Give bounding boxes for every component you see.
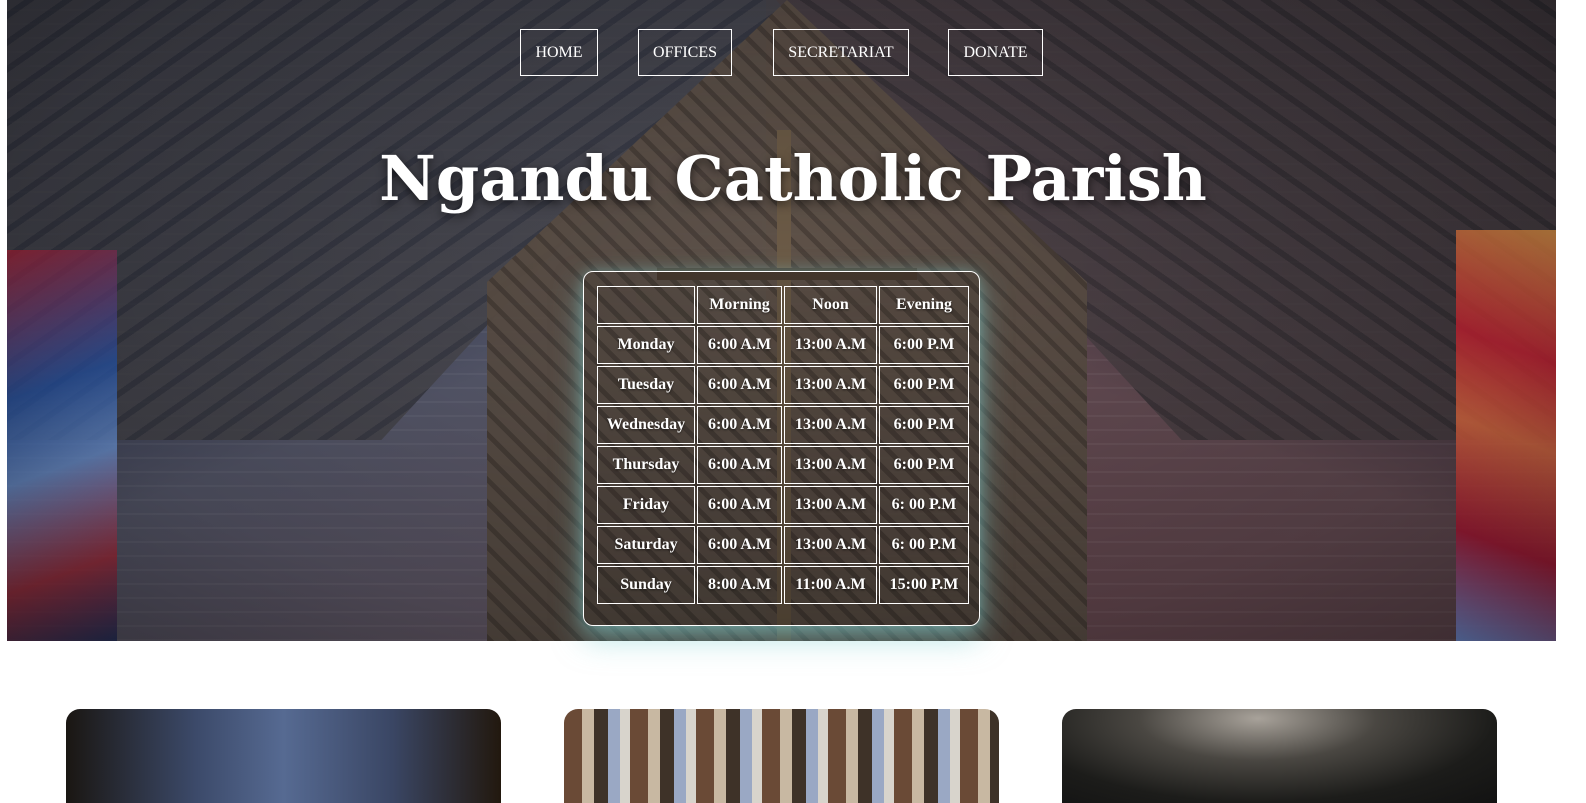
feature-card-image[interactable] (1062, 709, 1497, 803)
schedule-row: Monday 6:00 A.M 13:00 A.M 6:00 P.M (597, 326, 969, 364)
schedule-evening-cell: 6: 00 P.M (879, 486, 969, 524)
nav-offices-button[interactable]: OFFICES (638, 29, 732, 76)
schedule-day-cell: Sunday (597, 566, 695, 604)
schedule-evening-cell: 6:00 P.M (879, 366, 969, 404)
schedule-morning-cell: 6:00 A.M (697, 366, 782, 404)
schedule-day-cell: Friday (597, 486, 695, 524)
schedule-evening-cell: 15:00 P.M (879, 566, 969, 604)
nav-secretariat-button[interactable]: SECRETARIAT (773, 29, 909, 76)
schedule-day-cell: Wednesday (597, 406, 695, 444)
schedule-morning-cell: 6:00 A.M (697, 326, 782, 364)
schedule-noon-cell: 11:00 A.M (784, 566, 877, 604)
schedule-evening-cell: 6:00 P.M (879, 406, 969, 444)
schedule-noon-cell: 13:00 A.M (784, 486, 877, 524)
schedule-noon-cell: 13:00 A.M (784, 326, 877, 364)
schedule-row: Friday 6:00 A.M 13:00 A.M 6: 00 P.M (597, 486, 969, 524)
nav-home-button[interactable]: HOME (520, 29, 598, 76)
schedule-morning-cell: 6:00 A.M (697, 486, 782, 524)
schedule-row: Sunday 8:00 A.M 11:00 A.M 15:00 P.M (597, 566, 969, 604)
schedule-day-cell: Tuesday (597, 366, 695, 404)
main-nav: HOME OFFICES SECRETARIAT DONATE (0, 29, 1586, 79)
schedule-morning-cell: 8:00 A.M (697, 566, 782, 604)
schedule-header-morning: Morning (697, 286, 782, 324)
schedule-row: Tuesday 6:00 A.M 13:00 A.M 6:00 P.M (597, 366, 969, 404)
schedule-row: Saturday 6:00 A.M 13:00 A.M 6: 00 P.M (597, 526, 969, 564)
schedule-row: Wednesday 6:00 A.M 13:00 A.M 6:00 P.M (597, 406, 969, 444)
schedule-noon-cell: 13:00 A.M (784, 406, 877, 444)
schedule-evening-cell: 6: 00 P.M (879, 526, 969, 564)
schedule-header-noon: Noon (784, 286, 877, 324)
schedule-header-corner (597, 286, 695, 324)
schedule-evening-cell: 6:00 P.M (879, 326, 969, 364)
mass-schedule-table: Morning Noon Evening Monday 6:00 A.M 13:… (595, 284, 971, 606)
page-title: Ngandu Catholic Parish (379, 142, 1207, 215)
schedule-row: Thursday 6:00 A.M 13:00 A.M 6:00 P.M (597, 446, 969, 484)
feature-card-image[interactable] (564, 709, 999, 803)
schedule-day-cell: Monday (597, 326, 695, 364)
schedule-evening-cell: 6:00 P.M (879, 446, 969, 484)
schedule-noon-cell: 13:00 A.M (784, 526, 877, 564)
feature-card-image[interactable] (66, 709, 501, 803)
schedule-day-cell: Saturday (597, 526, 695, 564)
schedule-header-row: Morning Noon Evening (597, 286, 969, 324)
nav-donate-button[interactable]: DONATE (948, 29, 1043, 76)
schedule-day-cell: Thursday (597, 446, 695, 484)
schedule-header-evening: Evening (879, 286, 969, 324)
mass-schedule-panel: Morning Noon Evening Monday 6:00 A.M 13:… (583, 271, 980, 626)
schedule-noon-cell: 13:00 A.M (784, 366, 877, 404)
schedule-morning-cell: 6:00 A.M (697, 406, 782, 444)
schedule-noon-cell: 13:00 A.M (784, 446, 877, 484)
schedule-morning-cell: 6:00 A.M (697, 526, 782, 564)
schedule-morning-cell: 6:00 A.M (697, 446, 782, 484)
